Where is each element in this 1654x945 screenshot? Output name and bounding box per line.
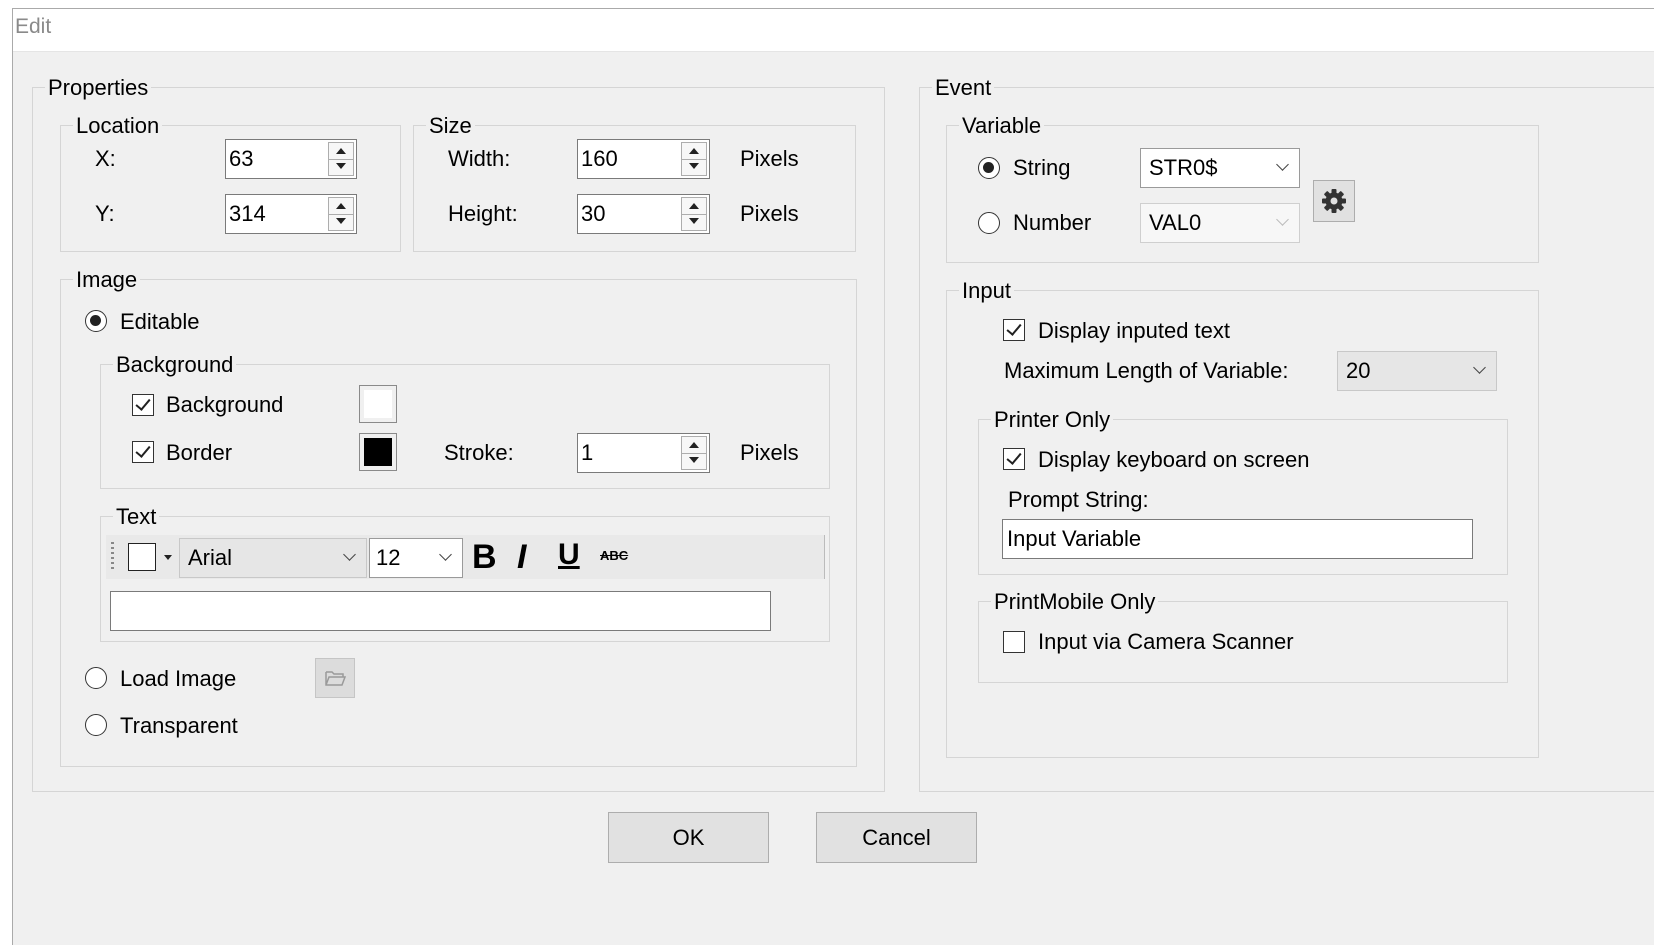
window-title: Edit bbox=[15, 15, 52, 38]
background-group bbox=[100, 364, 830, 489]
y-spinbox[interactable]: 314 bbox=[225, 194, 357, 234]
load-image-label: Load Image bbox=[120, 666, 237, 691]
prompt-string-input[interactable]: Input Variable bbox=[1002, 519, 1473, 559]
stroke-unit: Pixels bbox=[740, 440, 799, 465]
height-value: 30 bbox=[581, 201, 606, 226]
string-label: String bbox=[1013, 155, 1071, 180]
ok-button[interactable]: OK bbox=[608, 812, 769, 863]
event-label: Event bbox=[932, 75, 995, 101]
stroke-down-arrow[interactable] bbox=[682, 453, 706, 469]
chevron-down-icon bbox=[1276, 213, 1289, 226]
x-label: X: bbox=[95, 146, 116, 171]
height-unit: Pixels bbox=[740, 201, 799, 226]
background-color-swatch[interactable] bbox=[359, 385, 397, 423]
stroke-label: Stroke: bbox=[444, 440, 514, 465]
strikethrough-button[interactable]: ABC bbox=[600, 548, 628, 564]
number-radio[interactable] bbox=[978, 212, 1000, 234]
camera-scanner-label: Input via Camera Scanner bbox=[1038, 629, 1294, 654]
display-keyboard-checkbox[interactable] bbox=[1003, 448, 1025, 470]
string-radio[interactable] bbox=[978, 157, 1000, 179]
chevron-down-icon bbox=[1276, 158, 1289, 171]
y-value: 314 bbox=[229, 201, 266, 226]
background-group-label: Background bbox=[113, 352, 237, 378]
size-label: Size bbox=[426, 113, 475, 139]
stroke-up-arrow[interactable] bbox=[682, 437, 706, 454]
border-checkbox-label: Border bbox=[166, 440, 233, 465]
text-input[interactable] bbox=[110, 591, 771, 631]
y-label: Y: bbox=[95, 201, 115, 226]
number-variable-value: VAL0 bbox=[1149, 210, 1202, 235]
width-up-arrow[interactable] bbox=[682, 143, 706, 160]
text-group-label: Text bbox=[113, 504, 160, 530]
y-up-arrow[interactable] bbox=[329, 198, 353, 215]
display-keyboard-label: Display keyboard on screen bbox=[1038, 447, 1310, 472]
stroke-spinbox[interactable]: 1 bbox=[577, 433, 710, 473]
printer-only-label: Printer Only bbox=[991, 407, 1114, 433]
display-inputed-checkbox[interactable] bbox=[1003, 319, 1025, 341]
prompt-string-label: Prompt String: bbox=[1008, 487, 1149, 512]
font-color-dropdown-icon[interactable] bbox=[164, 555, 172, 560]
cancel-button[interactable]: Cancel bbox=[816, 812, 977, 863]
height-label: Height: bbox=[448, 201, 518, 226]
width-value: 160 bbox=[581, 146, 618, 171]
image-label: Image bbox=[73, 267, 141, 293]
background-checkbox[interactable] bbox=[132, 394, 154, 416]
transparent-radio[interactable] bbox=[85, 714, 107, 736]
string-variable-select[interactable]: STR0$ bbox=[1140, 148, 1300, 188]
x-up-arrow[interactable] bbox=[329, 143, 353, 160]
cancel-button-label: Cancel bbox=[862, 825, 931, 850]
underline-button[interactable]: U bbox=[558, 536, 580, 574]
editable-radio[interactable] bbox=[85, 310, 107, 332]
prompt-string-value: Input Variable bbox=[1007, 526, 1142, 551]
background-checkbox-label: Background bbox=[166, 392, 284, 417]
printmobile-only-label: PrintMobile Only bbox=[991, 589, 1159, 615]
properties-label: Properties bbox=[45, 75, 152, 101]
x-spinbox[interactable]: 63 bbox=[225, 139, 357, 179]
folder-open-button[interactable] bbox=[315, 658, 355, 698]
display-inputed-label: Display inputed text bbox=[1038, 318, 1230, 343]
input-label: Input bbox=[959, 278, 1014, 304]
editable-label: Editable bbox=[120, 309, 200, 334]
chevron-down-icon bbox=[439, 548, 452, 561]
max-length-select[interactable]: 20 bbox=[1337, 351, 1497, 391]
y-down-arrow[interactable] bbox=[329, 214, 353, 230]
camera-scanner-checkbox[interactable] bbox=[1003, 631, 1025, 653]
variable-settings-button[interactable] bbox=[1313, 180, 1355, 222]
variable-label: Variable bbox=[959, 113, 1045, 139]
load-image-radio[interactable] bbox=[85, 667, 107, 689]
width-down-arrow[interactable] bbox=[682, 159, 706, 175]
title-bar: Edit bbox=[13, 9, 1654, 52]
font-size-select[interactable]: 12 bbox=[369, 538, 463, 578]
location-label: Location bbox=[73, 113, 163, 139]
x-value: 63 bbox=[229, 146, 254, 171]
font-family-value: Arial bbox=[188, 545, 233, 570]
toolbar-grip bbox=[111, 542, 114, 572]
chevron-down-icon bbox=[1473, 361, 1486, 374]
max-length-value: 20 bbox=[1346, 358, 1371, 383]
max-length-label: Maximum Length of Variable: bbox=[1004, 358, 1289, 383]
gear-icon bbox=[1322, 189, 1346, 213]
number-label: Number bbox=[1013, 210, 1092, 235]
height-down-arrow[interactable] bbox=[682, 214, 706, 230]
bold-button[interactable]: B bbox=[472, 538, 497, 576]
height-up-arrow[interactable] bbox=[682, 198, 706, 215]
chevron-down-icon bbox=[343, 548, 356, 561]
width-unit: Pixels bbox=[740, 146, 799, 171]
x-down-arrow[interactable] bbox=[329, 159, 353, 175]
height-spinbox[interactable]: 30 bbox=[577, 194, 710, 234]
number-variable-select[interactable]: VAL0 bbox=[1140, 203, 1300, 243]
italic-button[interactable]: I bbox=[517, 538, 526, 576]
transparent-label: Transparent bbox=[120, 713, 238, 738]
string-variable-value: STR0$ bbox=[1149, 155, 1218, 180]
font-size-value: 12 bbox=[376, 545, 401, 570]
ok-button-label: OK bbox=[672, 825, 705, 850]
border-color-swatch[interactable] bbox=[359, 433, 397, 471]
width-label: Width: bbox=[448, 146, 511, 171]
font-color-swatch[interactable] bbox=[128, 543, 156, 571]
font-family-select[interactable]: Arial bbox=[179, 538, 367, 578]
border-checkbox[interactable] bbox=[132, 441, 154, 463]
width-spinbox[interactable]: 160 bbox=[577, 139, 710, 179]
stroke-value: 1 bbox=[581, 440, 594, 465]
folder-open-icon bbox=[325, 671, 347, 686]
